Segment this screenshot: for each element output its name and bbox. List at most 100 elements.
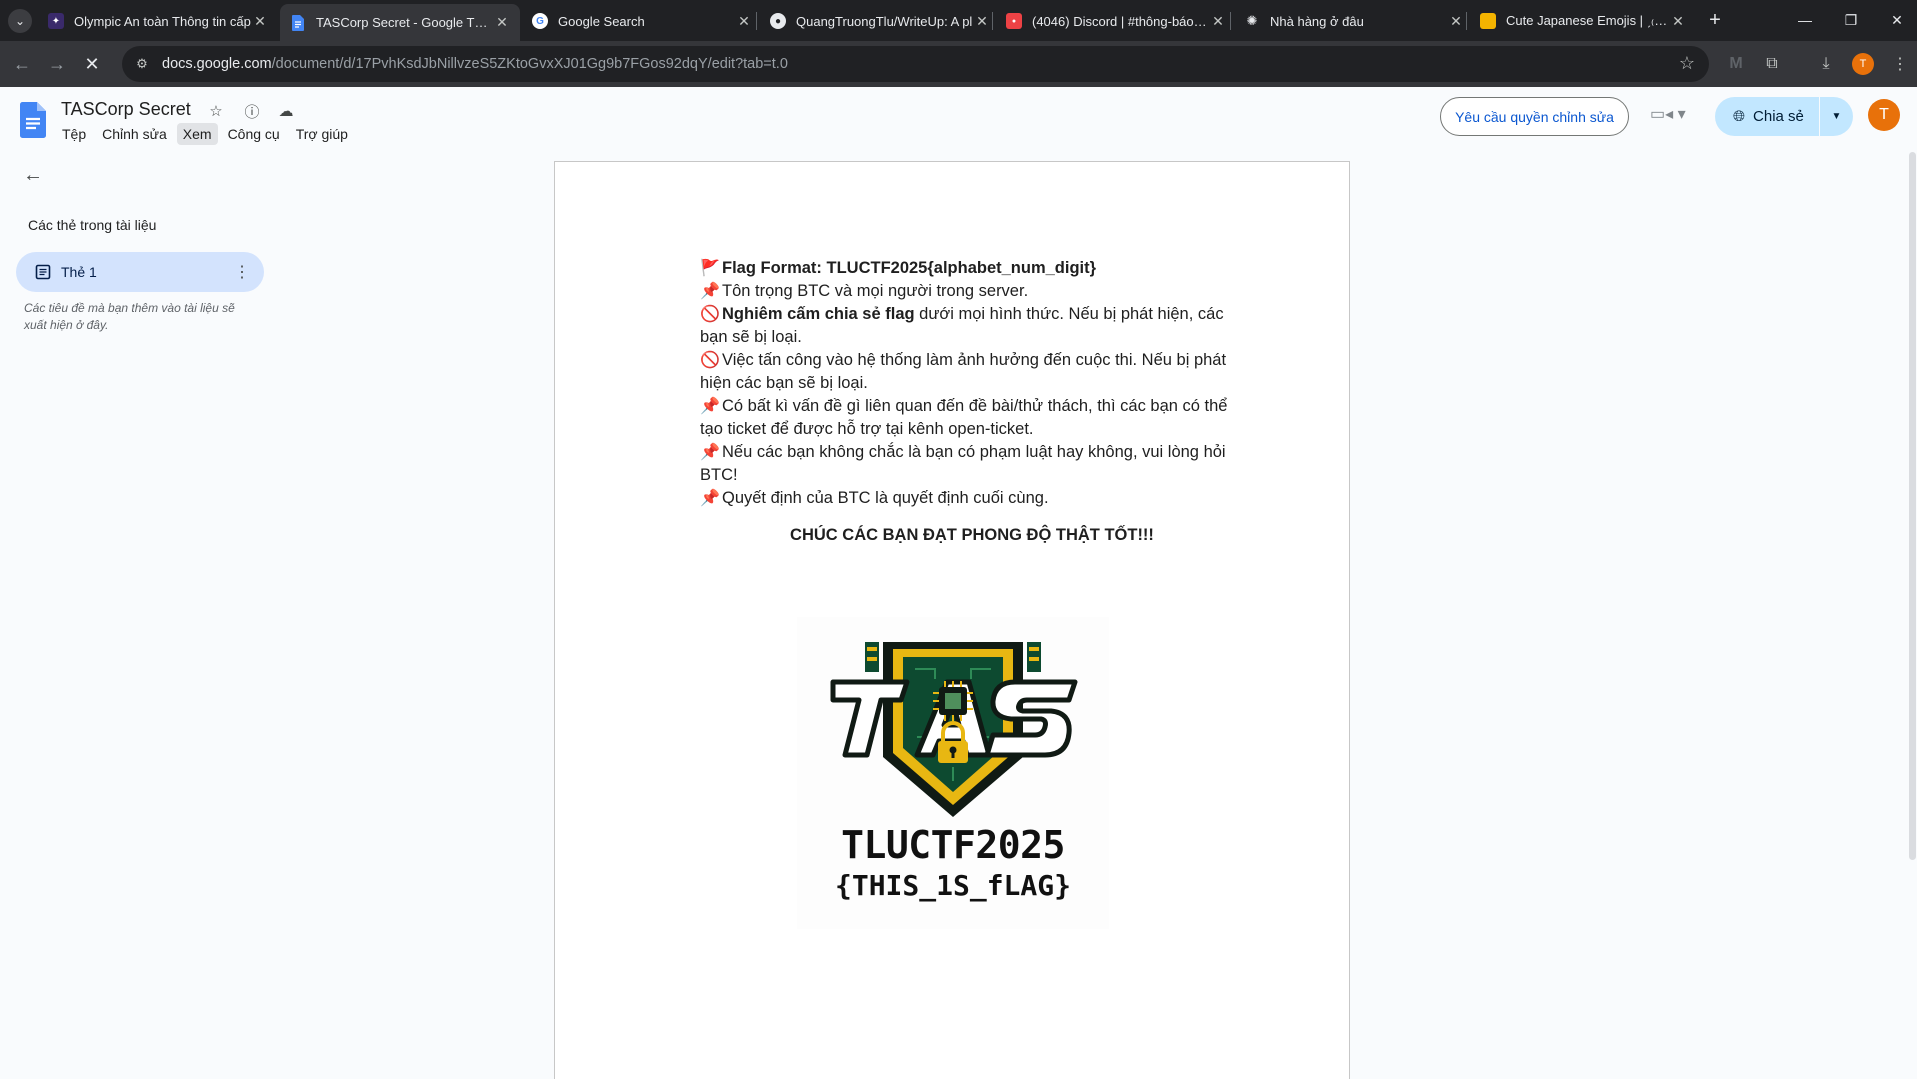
docs-header: TASCorp Secret ☆ ⓘ ☁ Tệp Chỉnh sửa Xem C… xyxy=(0,87,1917,149)
cloud-status-icon[interactable]: ☁ xyxy=(276,101,296,121)
document-tabs-title: Các thẻ trong tài liệu xyxy=(28,217,157,233)
extensions-icon[interactable]: ⧉ xyxy=(1760,52,1784,76)
doc-line-text: Có bất kì vấn đề gì liên quan đến đề bài… xyxy=(700,397,1228,438)
close-icon[interactable]: ✕ xyxy=(1670,13,1686,30)
doc-line-text: Việc tấn công vào hệ thống làm ảnh hưởng… xyxy=(700,351,1227,392)
doc-line: 📌 Nếu các bạn không chắc là bạn có phạm l… xyxy=(700,441,1230,487)
document-page[interactable]: 🚩 Flag Format: TLUCTF2025{alphabet_num_di… xyxy=(554,161,1350,1079)
doc-line: 📌 Tôn trọng BTC và mọi người trong server… xyxy=(700,280,1230,303)
close-icon[interactable]: ✕ xyxy=(494,14,510,31)
doc-line: 🚫 Nghiêm cấm chia sẻ flag dưới mọi hình t… xyxy=(700,303,1230,349)
browser-tab-github[interactable]: ● QuangTruongTlu/WriteUp: A pl ✕ xyxy=(760,5,1000,37)
document-title[interactable]: TASCorp Secret xyxy=(61,99,191,120)
tab-search-button[interactable]: ⌄ xyxy=(8,9,32,33)
tab-separator xyxy=(756,12,757,30)
doc-line-text: Nếu các bạn không chắc là bạn có phạm lu… xyxy=(700,443,1226,484)
browser-tab-olympic[interactable]: ✦ Olympic An toàn Thông tin cấp ✕ xyxy=(38,5,278,37)
doc-line-text: Tôn trọng BTC và mọi người trong server. xyxy=(722,282,1029,300)
red-flag-icon: 🚩 xyxy=(700,260,720,277)
doc-line: 📌 Quyết định của BTC là quyết định cuối c… xyxy=(700,487,1230,510)
browser-tab-strip: ⌄ ✦ Olympic An toàn Thông tin cấp ✕ TASC… xyxy=(0,0,1917,41)
doc-line: 📌 Có bất kì vấn đề gì liên quan đến đề bà… xyxy=(700,395,1230,441)
scrollbar-thumb[interactable] xyxy=(1909,152,1916,860)
request-edit-access-button[interactable]: Yêu cầu quyền chỉnh sửa xyxy=(1440,97,1629,136)
restore-button[interactable]: ❐ xyxy=(1831,6,1871,34)
browser-tab-discord[interactable]: ● (4046) Discord | #thông-báo | C ✕ xyxy=(996,5,1236,37)
close-icon[interactable]: ✕ xyxy=(974,13,990,30)
menu-view[interactable]: Xem xyxy=(176,123,218,145)
more-vert-icon[interactable]: ⋮ xyxy=(230,262,254,282)
account-avatar[interactable]: T xyxy=(1868,99,1900,131)
new-tab-button[interactable]: + xyxy=(1703,9,1727,33)
logo-text-flag: {THIS_1S_fLAG} xyxy=(834,869,1071,902)
doc-line-bold: Flag Format: TLUCTF2025{alphabet_num_dig… xyxy=(722,259,1097,277)
close-icon[interactable]: ✕ xyxy=(736,13,752,30)
google-icon: G xyxy=(532,13,548,29)
menu-file[interactable]: Tệp xyxy=(56,123,92,145)
menu-help[interactable]: Trợ giúp xyxy=(290,123,354,145)
document-body[interactable]: 🚩 Flag Format: TLUCTF2025{alphabet_num_di… xyxy=(700,257,1230,547)
tab-title: TASCorp Secret - Google Tài liệu xyxy=(316,15,494,30)
browser-profile-avatar[interactable]: T xyxy=(1852,53,1874,75)
loading-stop-icon[interactable]: ✕ xyxy=(78,50,106,78)
close-icon[interactable]: ✕ xyxy=(252,13,268,30)
url-text[interactable]: docs.google.com/document/d/17PvhKsdJbNil… xyxy=(162,56,788,72)
pushpin-icon: 📌 xyxy=(700,490,720,507)
download-icon[interactable]: ⤓ xyxy=(1814,52,1838,76)
bookmark-star-icon[interactable]: ☆ xyxy=(1679,53,1695,74)
folder-icon xyxy=(1480,13,1496,29)
browser-tab-chatgpt[interactable]: ✺ Nhà hàng ở đâu ✕ xyxy=(1234,5,1474,37)
doc-line-text: Quyết định của BTC là quyết định cuối cù… xyxy=(722,489,1049,507)
document-tab-label: Thẻ 1 xyxy=(61,264,97,280)
share-main[interactable]: 🌐︎ Chia sẻ xyxy=(1715,97,1819,136)
tas-shield-logo-icon xyxy=(830,642,1078,817)
gmail-extension-icon[interactable]: M xyxy=(1724,52,1748,76)
back-icon[interactable]: ← xyxy=(8,50,36,78)
meet-video-icon[interactable]: ▭◂ ▾ xyxy=(1650,104,1686,124)
browser-menu-icon[interactable]: ⋮ xyxy=(1888,52,1912,76)
forward-icon[interactable]: → xyxy=(43,50,71,78)
menu-tools[interactable]: Công cụ xyxy=(222,123,286,145)
share-label: Chia sẻ xyxy=(1753,108,1804,125)
close-icon[interactable]: ✕ xyxy=(1448,13,1464,30)
document-tab-item[interactable]: Thẻ 1 ⋮ xyxy=(16,252,264,292)
browser-tab-docs[interactable]: TASCorp Secret - Google Tài liệu ✕ xyxy=(280,4,520,41)
prohibited-icon: 🚫 xyxy=(700,306,720,323)
pushpin-icon: 📌 xyxy=(700,444,720,461)
logo-text-ctf: TLUCTF2025 xyxy=(841,823,1065,867)
address-bar[interactable]: ⚙ docs.google.com/document/d/17PvhKsdJbN… xyxy=(122,46,1709,82)
tab-title: Cute Japanese Emojis | ˏ₍ᐢ• ˕ •ᐢ₎ xyxy=(1506,13,1670,28)
doc-line: 🚩 Flag Format: TLUCTF2025{alphabet_num_di… xyxy=(700,257,1230,280)
chatgpt-icon: ✺ xyxy=(1246,13,1258,28)
menu-edit[interactable]: Chỉnh sửa xyxy=(96,123,173,145)
back-arrow-icon[interactable]: ← xyxy=(20,162,46,188)
tab-title: Nhà hàng ở đâu xyxy=(1270,13,1364,29)
star-icon[interactable]: ☆ xyxy=(206,101,226,121)
browser-toolbar: ← → ✕ ⚙ docs.google.com/document/d/17Pvh… xyxy=(0,41,1917,87)
tas-logo-image[interactable]: TLUCTF2025 {THIS_1S_fLAG} xyxy=(797,617,1109,929)
google-docs-logo-icon[interactable] xyxy=(20,102,46,138)
share-dropdown-icon[interactable]: ▼ xyxy=(1820,111,1853,122)
browser-tab-emojis[interactable]: Cute Japanese Emojis | ˏ₍ᐢ• ˕ •ᐢ₎ ✕ xyxy=(1470,5,1696,37)
doc-line: 🚫 Việc tấn công vào hệ thống làm ảnh hưởn… xyxy=(700,349,1230,395)
docs-menubar: Tệp Chỉnh sửa Xem Công cụ Trợ giúp xyxy=(56,123,354,145)
google-docs-icon xyxy=(290,14,306,31)
github-icon: ● xyxy=(770,13,786,29)
document-tab-icon xyxy=(35,264,51,280)
close-icon[interactable]: ✕ xyxy=(1210,13,1226,30)
url-path: /document/d/17PvhKsdJbNillvzeS5ZKtoGvxXJ… xyxy=(271,56,788,72)
pushpin-icon: 📌 xyxy=(700,398,720,415)
tab-title: Google Search xyxy=(558,13,645,29)
discord-icon: ● xyxy=(1006,13,1022,29)
tabs-hint-text: Các tiêu đề mà bạn thêm vào tài liệu sẽ … xyxy=(24,301,235,332)
site-info-icon[interactable]: ⚙ xyxy=(134,56,150,72)
tab-title: (4046) Discord | #thông-báo | C xyxy=(1032,13,1210,29)
close-window-button[interactable]: ✕ xyxy=(1877,6,1917,34)
share-button[interactable]: 🌐︎ Chia sẻ ▼ xyxy=(1715,97,1853,136)
minimize-button[interactable]: ― xyxy=(1785,6,1825,34)
browser-tab-google[interactable]: G Google Search ✕ xyxy=(522,5,762,37)
globe-icon: 🌐︎ xyxy=(1733,108,1746,125)
tab-title: QuangTruongTlu/WriteUp: A pl xyxy=(796,13,973,29)
info-icon[interactable]: ⓘ xyxy=(242,101,262,121)
url-host: docs.google.com xyxy=(162,56,272,72)
